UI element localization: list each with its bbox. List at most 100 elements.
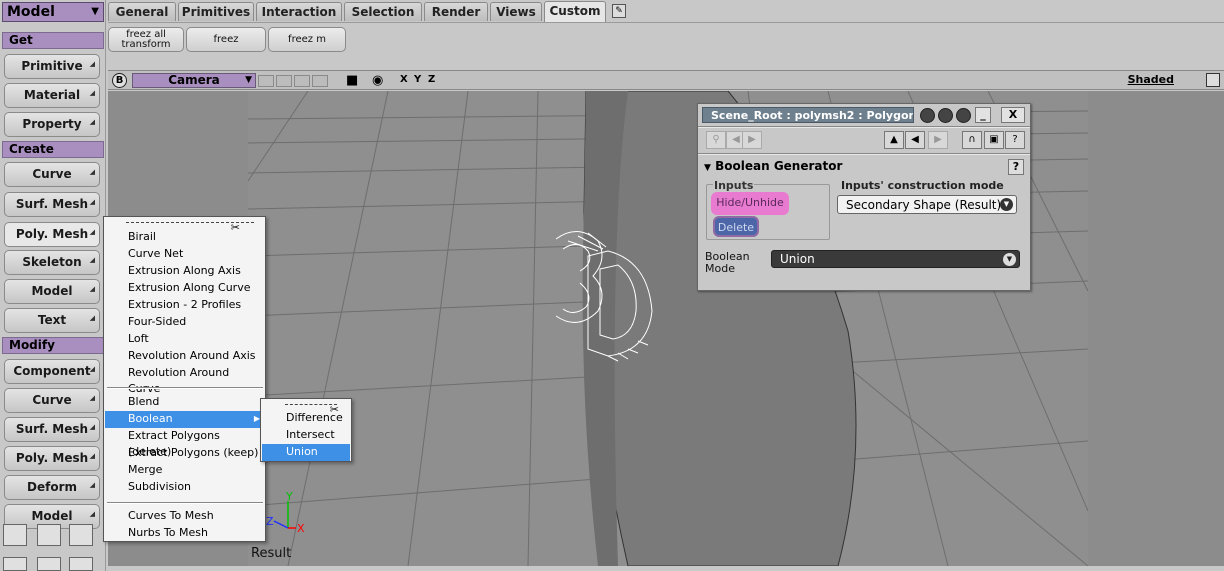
z-axis-toggle[interactable]: Z <box>428 74 435 85</box>
corner-triangle-icon: ◢ <box>89 423 95 431</box>
tab-views[interactable]: Views <box>490 2 542 21</box>
section-help-icon[interactable]: ? <box>1008 159 1024 175</box>
modify-poly-mesh-button[interactable]: Poly. Mesh ◢ <box>4 446 100 471</box>
menu-item-revolution-around-axis[interactable]: Revolution Around Axis <box>105 348 265 365</box>
modify-surf-mesh-button[interactable]: Surf. Mesh ◢ <box>4 417 100 442</box>
lock-icon[interactable] <box>956 108 971 123</box>
eye-icon[interactable]: ◉ <box>372 73 383 88</box>
up-arrow-icon[interactable]: ▲ <box>884 131 904 149</box>
layout-split-icon[interactable] <box>37 524 61 546</box>
tab-selection[interactable]: Selection <box>344 2 422 21</box>
edit-tabs-icon[interactable]: ✎ <box>612 4 626 18</box>
viewport-toggle-4[interactable] <box>312 75 328 87</box>
section-modify[interactable]: Modify <box>2 337 104 354</box>
x-axis-toggle[interactable]: X <box>400 74 408 85</box>
hide-unhide-button[interactable]: Hide/Unhide <box>711 192 789 215</box>
menu-item-four-sided[interactable]: Four-Sided <box>105 314 265 331</box>
inputs-group: Inputs Hide/Unhide Delete <box>706 179 830 240</box>
mode-select[interactable]: Model ▼ <box>2 2 104 22</box>
custom-shelf: freez all transform freez freez m <box>108 22 1224 68</box>
shading-mode-menu[interactable]: Shaded <box>1128 73 1174 86</box>
refresh-icon[interactable] <box>938 108 953 123</box>
create-skeleton-button[interactable]: Skeleton ◢ <box>4 250 100 275</box>
copy-icon[interactable]: ▣ <box>984 131 1004 149</box>
layout-single-icon[interactable] <box>3 557 27 571</box>
menu-item-extrusion-2-profiles[interactable]: Extrusion - 2 Profiles <box>105 297 265 314</box>
camera-select[interactable]: Camera ▼ <box>132 73 256 88</box>
delete-button[interactable]: Delete <box>713 216 759 237</box>
help-icon[interactable]: ? <box>1005 131 1025 149</box>
submenu-item-union[interactable]: Union <box>262 444 350 461</box>
tab-render[interactable]: Render <box>424 2 488 21</box>
menu-item-subdivision[interactable]: Subdivision <box>105 479 265 496</box>
construction-mode-label: Inputs' construction mode <box>841 179 1004 192</box>
button-label: Poly. Mesh <box>15 451 89 465</box>
menu-item-merge[interactable]: Merge <box>105 462 265 479</box>
inputs-label: Inputs <box>713 179 755 192</box>
menu-item-revolution-around-curve[interactable]: Revolution Around Curve <box>105 365 265 395</box>
viewport-toggle-2[interactable] <box>276 75 292 87</box>
generator-section-header[interactable]: ▼ Boolean Generator <box>704 159 842 173</box>
create-model-button[interactable]: Model ◢ <box>4 279 100 304</box>
3d-viewport[interactable]: Y X Z Result <box>108 91 1224 566</box>
menu-item-boolean[interactable]: Boolean ▶ <box>105 411 265 428</box>
create-poly-mesh-button[interactable]: Poly. Mesh ◢ <box>4 222 100 247</box>
menu-item-curves-to-mesh[interactable]: Curves To Mesh <box>105 508 265 525</box>
submenu-item-intersect[interactable]: Intersect <box>262 427 350 444</box>
menu-item-extract-polygons-delete[interactable]: Extract Polygons (delete) <box>105 428 265 458</box>
key-icon[interactable]: ⚲ <box>706 131 726 149</box>
right-arrow-icon[interactable]: ▶ <box>928 131 948 149</box>
submenu-item-difference[interactable]: Difference <box>262 410 350 427</box>
section-get[interactable]: Get <box>2 32 104 49</box>
menu-item-birail[interactable]: Birail <box>105 229 265 246</box>
camera-icon[interactable]: ■ <box>346 73 358 88</box>
material-button[interactable]: Material ◢ <box>4 83 100 108</box>
boolean-mode-select[interactable]: Union ▼ <box>771 250 1020 268</box>
close-button[interactable]: X <box>1001 107 1025 123</box>
tab-custom[interactable]: Custom <box>544 1 606 22</box>
button-label: freez <box>213 33 239 45</box>
boolean-submenu: ✂ Difference Intersect Union <box>260 398 352 462</box>
menu-item-extrusion-along-axis[interactable]: Extrusion Along Axis <box>105 263 265 280</box>
next-arrow-icon[interactable]: ▶ <box>742 131 762 149</box>
modify-deform-button[interactable]: Deform ◢ <box>4 475 100 500</box>
tear-off-line[interactable]: ✂ <box>285 403 339 416</box>
freez-m-button[interactable]: freez m <box>268 27 346 52</box>
y-axis-toggle[interactable]: Y <box>414 74 421 85</box>
create-curve-button[interactable]: Curve ◢ <box>4 162 100 187</box>
tear-off-line[interactable]: ✂ <box>126 221 254 234</box>
freez-button[interactable]: freez <box>186 27 266 52</box>
viewport-b-button[interactable]: B <box>112 73 127 88</box>
freez-all-transform-button[interactable]: freez all transform <box>108 27 184 52</box>
recycle-icon[interactable] <box>920 108 935 123</box>
viewport-toggle-1[interactable] <box>258 75 274 87</box>
tab-general[interactable]: General <box>108 2 176 21</box>
magnet-icon[interactable]: ∩ <box>962 131 982 149</box>
tab-interaction[interactable]: Interaction <box>256 2 342 21</box>
menu-item-extrusion-along-curve[interactable]: Extrusion Along Curve <box>105 280 265 297</box>
minimize-button[interactable]: _ <box>975 107 991 123</box>
layout-horizontal-icon[interactable] <box>37 557 61 571</box>
property-button[interactable]: Property ◢ <box>4 112 100 137</box>
menu-item-nurbs-to-mesh[interactable]: Nurbs To Mesh <box>105 525 265 542</box>
viewport-toggle-3[interactable] <box>294 75 310 87</box>
create-surf-mesh-button[interactable]: Surf. Mesh ◢ <box>4 192 100 217</box>
property-panel-title[interactable]: Scene_Root : polymsh2 : Polygon ... <box>702 107 914 123</box>
create-text-button[interactable]: Text ◢ <box>4 308 100 333</box>
left-arrow-icon[interactable]: ◀ <box>905 131 925 149</box>
modify-curve-button[interactable]: Curve ◢ <box>4 388 100 413</box>
construction-mode-select[interactable]: Secondary Shape (Result) ▼ <box>837 195 1017 214</box>
menu-item-loft[interactable]: Loft <box>105 331 265 348</box>
menu-item-curve-net[interactable]: Curve Net <box>105 246 265 263</box>
section-create[interactable]: Create <box>2 141 104 158</box>
tab-primitives[interactable]: Primitives <box>178 2 254 21</box>
menu-item-extract-polygons-keep[interactable]: Extract Polygons (keep) <box>105 445 265 462</box>
layout-grid-icon[interactable] <box>69 524 93 546</box>
button-label: Model <box>31 284 73 298</box>
primitive-button[interactable]: Primitive ◢ <box>4 54 100 79</box>
maximize-viewport-icon[interactable] <box>1206 73 1220 87</box>
menu-item-blend[interactable]: Blend <box>105 394 265 411</box>
layout-vertical-icon[interactable] <box>69 557 93 571</box>
layout-quad-icon[interactable] <box>3 524 27 546</box>
modify-component-button[interactable]: Component ◢ <box>4 359 100 384</box>
